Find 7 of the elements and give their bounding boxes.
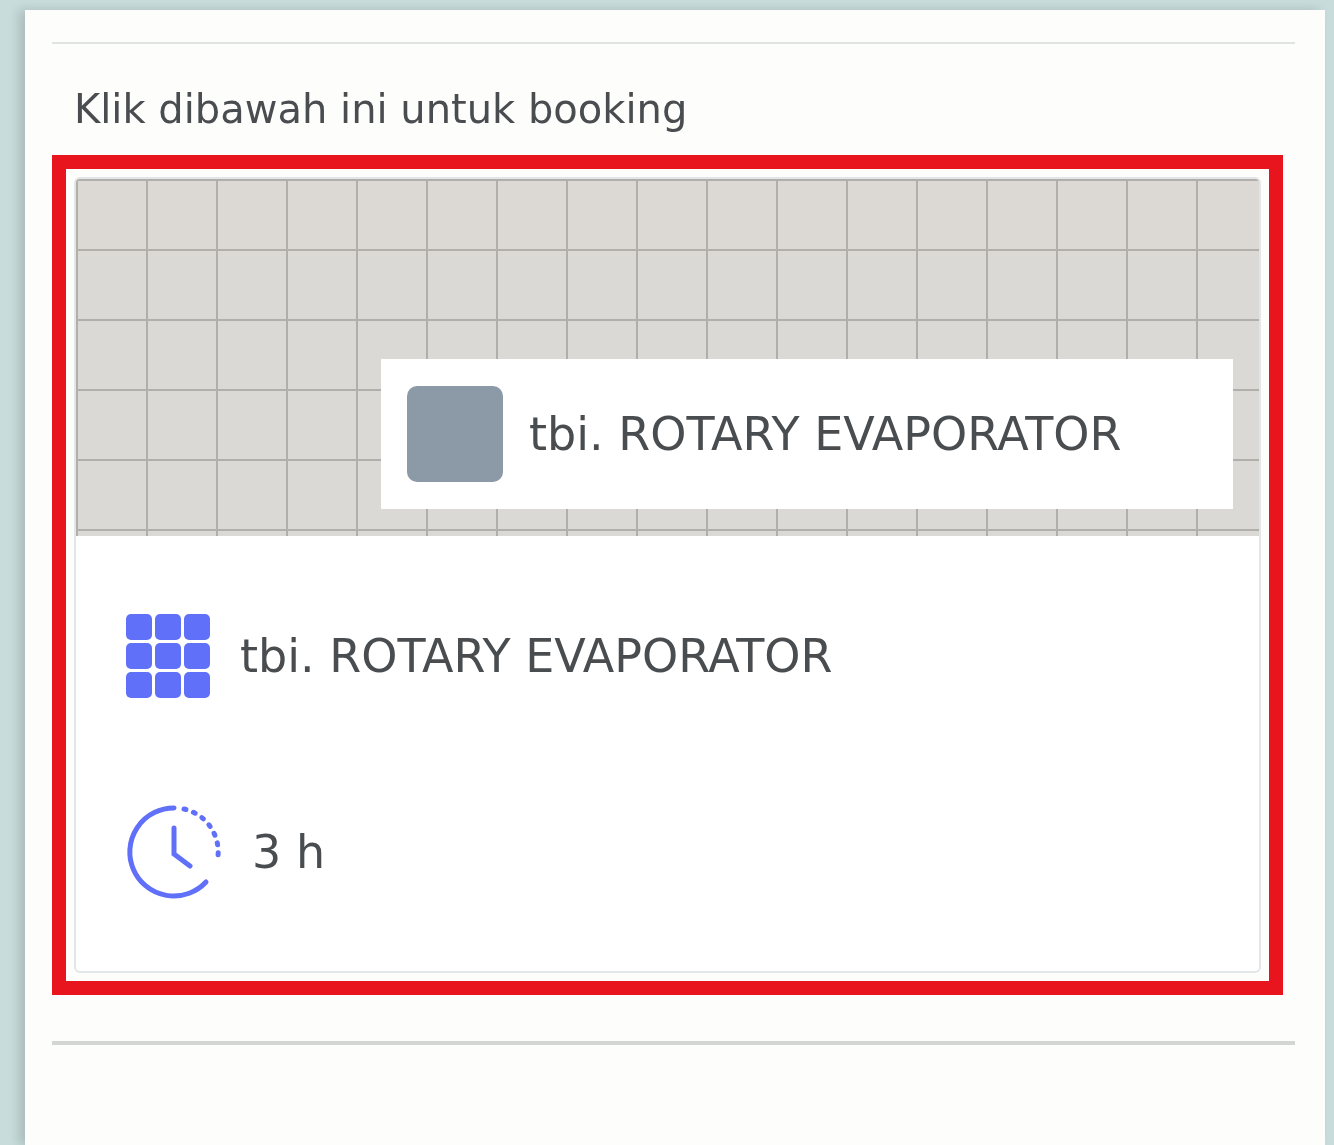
item-title: tbi. ROTARY EVAPORATOR <box>240 629 833 683</box>
overlay-title: tbi. ROTARY EVAPORATOR <box>529 406 1122 461</box>
clock-icon <box>126 804 222 900</box>
duration-text: 3 h <box>252 825 326 879</box>
grid-icon <box>126 614 210 698</box>
booking-card[interactable]: tbi. ROTARY EVAPORATOR tbi. ROTARY EVAPORATOR 3 h <box>74 177 1261 973</box>
section-heading: Klik dibawah ini untuk booking <box>73 85 689 134</box>
